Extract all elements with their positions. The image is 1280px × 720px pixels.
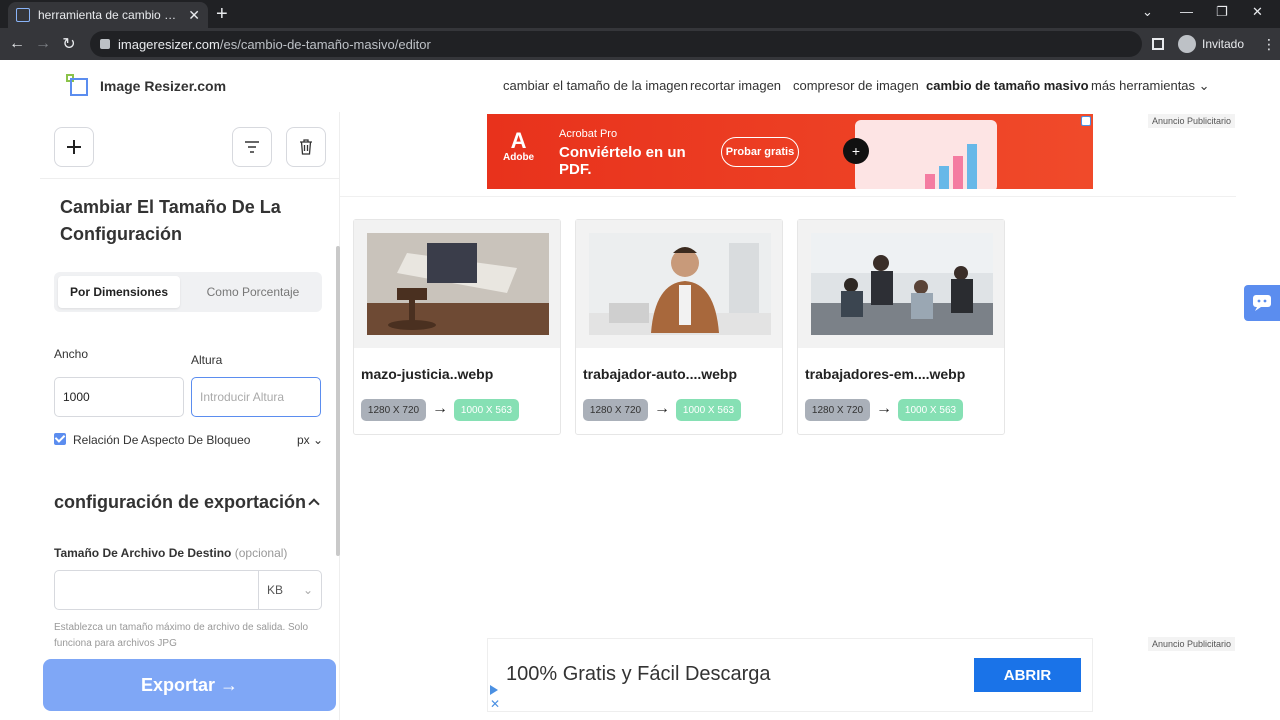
tab-by-dimensions[interactable]: Por Dimensiones: [58, 276, 180, 308]
logo-icon: [66, 74, 90, 98]
export-settings-title: configuración de exportación: [54, 492, 307, 512]
arrow-right-icon: →: [432, 400, 448, 417]
file-name: trabajador-auto....webp: [583, 366, 738, 382]
ad-illustration: [855, 120, 997, 189]
ad-choices-icon[interactable]: [490, 685, 498, 695]
target-size-hint: Establezca un tamaño máximo de archivo d…: [54, 622, 309, 649]
target-size-label: Tamaño De Archivo De Destino (opcional): [54, 546, 288, 560]
sidebar-scrollbar[interactable]: [336, 246, 340, 556]
width-input[interactable]: 1000: [54, 377, 184, 417]
ad-plus-icon: +: [843, 138, 869, 164]
bottom-ad-banner[interactable]: 100% Gratis y Fácil Descarga ABRIR ✕: [487, 638, 1093, 712]
back-icon[interactable]: ←: [4, 35, 30, 53]
original-size-badge: 1280 X 720: [805, 399, 870, 421]
resize-mode-toggle: Por Dimensiones Como Porcentaje: [54, 272, 322, 312]
adobe-ad-banner[interactable]: A Adobe Acrobat Pro Conviértelo en un PDF…: [487, 114, 1093, 189]
divider: [40, 178, 340, 179]
nav-bulk-resize[interactable]: cambio de tamaño masivo: [926, 78, 1089, 93]
page-favicon-icon: [16, 8, 30, 22]
tab-title: herramienta de cambio de tamañ: [38, 8, 182, 22]
height-input[interactable]: Introducir Altura: [191, 377, 321, 417]
browser-toolbar: ← → ↻ imageresizer.com /es/cambio-de-tam…: [0, 28, 1280, 60]
lock-aspect-ratio-label: Relación De Aspecto De Bloqueo: [73, 433, 251, 447]
trash-icon: [300, 139, 312, 155]
minimize-icon[interactable]: —: [1180, 4, 1193, 19]
menu-dots-icon[interactable]: ⋮: [1262, 36, 1276, 53]
image-card[interactable]: trabajadores-em....webp 1280 X 720 → 100…: [797, 219, 1005, 435]
height-label: Altura: [191, 353, 223, 367]
new-size-badge: 1000 X 563: [454, 399, 519, 421]
chevron-down-icon: ⌄: [1198, 78, 1210, 93]
ad-product: Acrobat Pro: [559, 128, 618, 140]
side-panel-icon[interactable]: [1152, 38, 1164, 50]
tab-search-icon[interactable]: ⌄: [1142, 4, 1153, 20]
ad-label: Anuncio Publicitario: [1148, 637, 1236, 651]
resize-settings-title: Cambiar El Tamaño De La Configuración: [60, 197, 281, 244]
lock-aspect-ratio-checkbox[interactable]: [54, 433, 66, 445]
filter-icon: [245, 141, 259, 153]
arrow-right-icon: →: [654, 400, 670, 417]
settings-sidebar: Cambiar El Tamaño De La Configuración Po…: [40, 112, 340, 720]
new-size-badge: 1000 X 563: [676, 399, 741, 421]
profile-avatar-icon[interactable]: [1178, 35, 1196, 53]
add-images-button[interactable]: [54, 127, 94, 167]
ad-headline: Conviértelo en un PDF.: [559, 144, 686, 178]
chat-icon: [1253, 295, 1271, 311]
width-label: Ancho: [54, 347, 89, 361]
ad-close-icon[interactable]: ✕: [490, 697, 500, 711]
close-window-icon[interactable]: ✕: [1252, 4, 1263, 20]
image-card[interactable]: trabajador-auto....webp 1280 X 720 → 100…: [575, 219, 783, 435]
export-button[interactable]: Exportar →: [43, 659, 336, 711]
site-header: Image Resizer.com cambiar el tamaño de l…: [0, 60, 1280, 112]
browser-tabbar: herramienta de cambio de tamañ ✕ + ⌄ — ❐…: [0, 0, 1280, 28]
plus-icon: [67, 140, 81, 154]
reload-icon[interactable]: ↻: [56, 34, 82, 54]
ad-label: Anuncio Publicitario: [1148, 114, 1236, 128]
restore-icon[interactable]: ❐: [1216, 4, 1228, 20]
optional-label: (opcional): [234, 546, 288, 560]
divider: [340, 196, 1236, 197]
site-logo[interactable]: Image Resizer.com: [66, 74, 226, 98]
close-tab-icon[interactable]: ✕: [188, 7, 200, 24]
url-path: /es/cambio-de-tamaño-masivo/editor: [219, 36, 431, 52]
image-thumbnail: [589, 233, 771, 335]
size-unit-select[interactable]: KB ⌄: [258, 570, 322, 610]
image-card[interactable]: mazo-justicia..webp 1280 X 720 → 1000 X …: [353, 219, 561, 435]
adobe-logo: A Adobe: [503, 128, 535, 164]
browser-tab[interactable]: herramienta de cambio de tamañ ✕: [8, 2, 208, 28]
chat-widget-button[interactable]: [1244, 285, 1280, 321]
ad-open-button[interactable]: ABRIR: [974, 658, 1081, 692]
address-bar[interactable]: imageresizer.com /es/cambio-de-tamaño-ma…: [90, 31, 1142, 57]
image-thumbnail: [367, 233, 549, 335]
image-thumbnail: [811, 233, 993, 335]
file-name: trabajadores-em....webp: [805, 366, 966, 382]
new-tab-icon[interactable]: +: [216, 4, 228, 24]
profile-label[interactable]: Invitado: [1202, 37, 1244, 51]
ad-try-free-button[interactable]: Probar gratis: [721, 137, 799, 167]
nav-resize-image[interactable]: cambiar el tamaño de la imagen: [503, 78, 688, 93]
original-size-badge: 1280 X 720: [583, 399, 648, 421]
chevron-down-icon: ⌄: [313, 433, 324, 447]
nav-image-compressor[interactable]: compresor de imagen: [793, 78, 919, 93]
nav-more-tools[interactable]: más herramientas ⌄: [1091, 78, 1210, 94]
nav-crop-image[interactable]: recortar imagen: [690, 78, 781, 93]
tab-as-percentage[interactable]: Como Porcentaje: [188, 276, 318, 308]
original-size-badge: 1280 X 720: [361, 399, 426, 421]
file-name: mazo-justicia..webp: [361, 366, 494, 382]
chevron-down-icon: ⌄: [302, 583, 313, 597]
new-size-badge: 1000 X 563: [898, 399, 963, 421]
ad-info-icon[interactable]: [1081, 116, 1091, 126]
arrow-right-icon: →: [876, 400, 892, 417]
forward-icon[interactable]: →: [30, 35, 56, 53]
delete-all-button[interactable]: [286, 127, 326, 167]
url-host: imageresizer.com: [118, 36, 220, 52]
logo-text: Image Resizer.com: [100, 78, 227, 94]
chevron-up-icon[interactable]: [308, 498, 320, 510]
target-size-input[interactable]: [54, 570, 259, 610]
sort-button[interactable]: [232, 127, 272, 167]
unit-select[interactable]: px ⌄: [297, 433, 323, 447]
lock-icon: [100, 39, 110, 49]
ad-text: 100% Gratis y Fácil Descarga: [506, 663, 771, 685]
